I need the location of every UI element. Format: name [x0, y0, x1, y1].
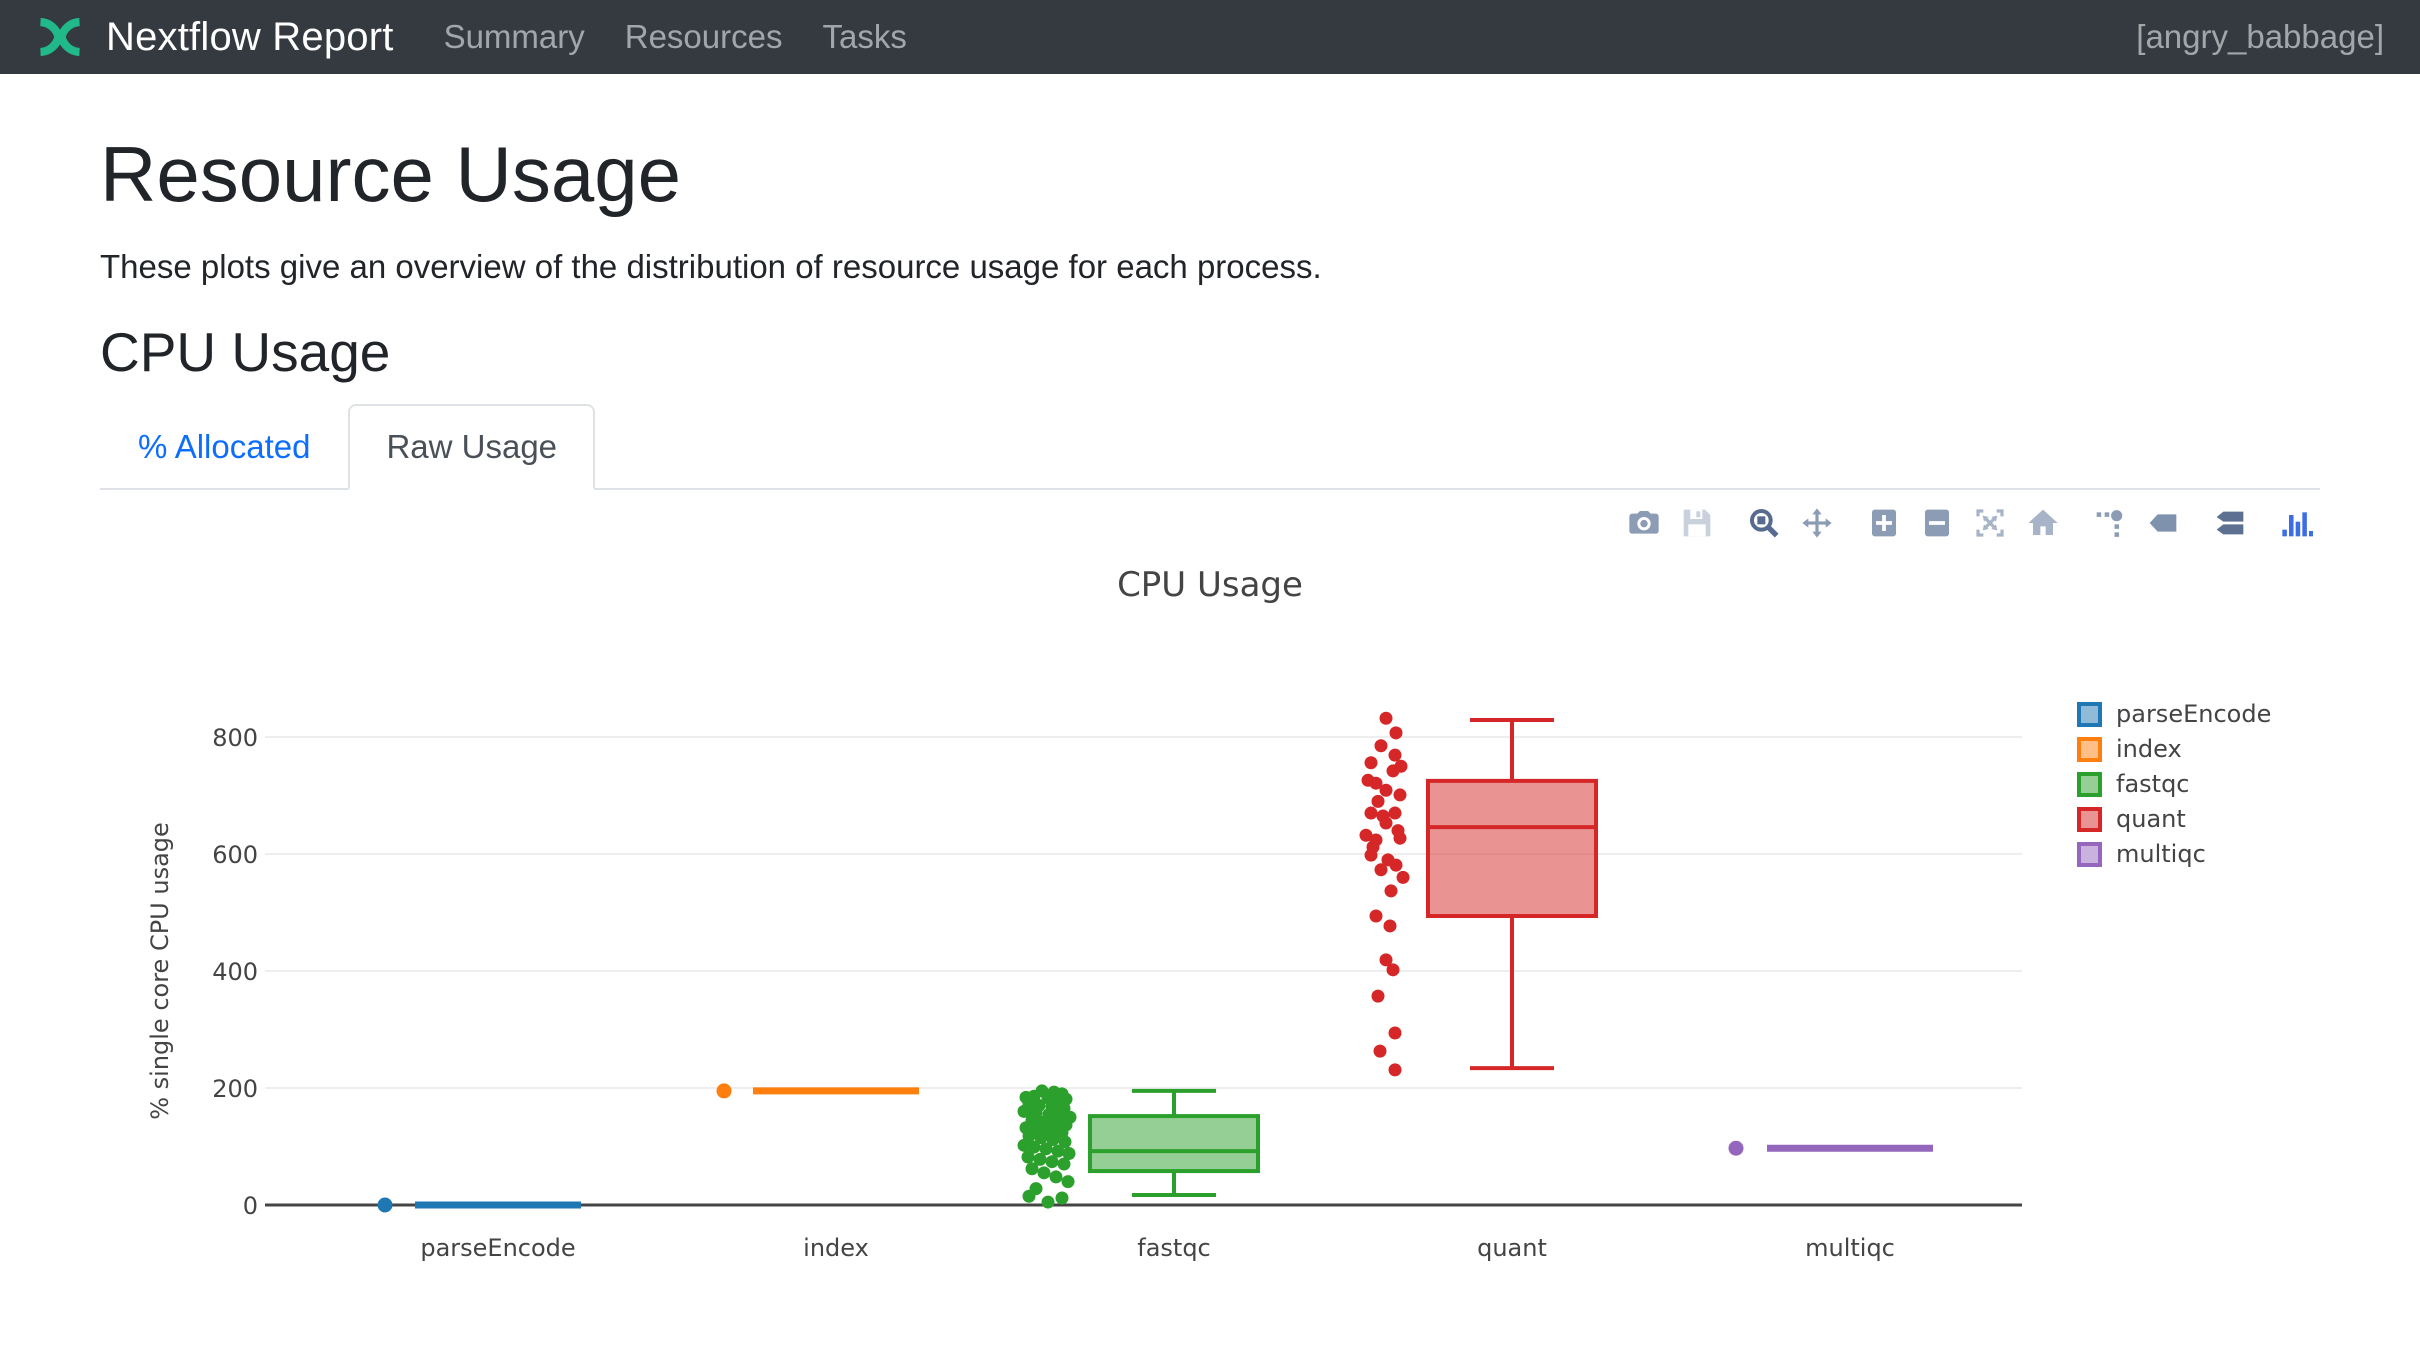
nav-link-tasks[interactable]: Tasks — [822, 18, 906, 56]
cpu-usage-chart: 0 200 400 600 800 parseEncode index fastqc quant… — [100, 490, 2320, 1353]
chart-legend: parseEncode index fastqc quant multiqc — [2077, 697, 2271, 872]
legend-label-quant: quant — [2116, 805, 2186, 833]
page-subtitle: These plots give an overview of the dist… — [100, 248, 2320, 286]
zoom-in-icon[interactable] — [1865, 506, 1903, 540]
nav-link-resources[interactable]: Resources — [625, 18, 783, 56]
legend-swatch-index — [2077, 737, 2102, 762]
legend-swatch-parseEncode — [2077, 702, 2102, 727]
zoom-icon[interactable] — [1745, 506, 1783, 540]
nav-links: Summary Resources Tasks — [444, 18, 947, 56]
x-tick-label-fastqc: fastqc — [1137, 1234, 1211, 1262]
run-name-badge: [angry_babbage] — [2136, 18, 2384, 56]
cpu-usage-tabs: % Allocated Raw Usage — [100, 404, 2320, 490]
legend-swatch-fastqc — [2077, 772, 2102, 797]
toggle-spikelines-icon[interactable] — [2211, 506, 2249, 540]
tab-percent-allocated[interactable]: % Allocated — [100, 404, 348, 490]
legend-item-parseEncode[interactable]: parseEncode — [2077, 697, 2271, 732]
series-index — [717, 1083, 920, 1098]
pan-icon[interactable] — [1798, 506, 1836, 540]
section-title-cpu-usage: CPU Usage — [100, 320, 2320, 384]
nextflow-logo-icon — [36, 13, 84, 61]
plotly-logo-icon[interactable] — [2278, 506, 2316, 540]
legend-label-multiqc: multiqc — [2116, 840, 2206, 868]
plot-area[interactable]: 0 200 400 600 800 parseEncode index fastqc quant… — [100, 490, 2320, 1353]
save-icon[interactable] — [1678, 506, 1716, 540]
x-tick-label-parseEncode: parseEncode — [420, 1234, 575, 1262]
navbar: Nextflow Report Summary Resources Tasks … — [0, 0, 2420, 74]
legend-item-multiqc[interactable]: multiqc — [2077, 837, 2271, 872]
legend-label-parseEncode: parseEncode — [2116, 700, 2271, 728]
legend-item-fastqc[interactable]: fastqc — [2077, 767, 2271, 802]
hover-closest-icon[interactable] — [2091, 506, 2129, 540]
y-tick-label-400: 400 — [212, 958, 258, 986]
y-tick-label-600: 600 — [212, 841, 258, 869]
brand-group[interactable]: Nextflow Report — [36, 13, 394, 61]
y-tick-label-800: 800 — [212, 724, 258, 752]
series-multiqc — [1729, 1140, 1934, 1155]
zoom-out-icon[interactable] — [1918, 506, 1956, 540]
autoscale-icon[interactable] — [1971, 506, 2009, 540]
home-icon[interactable] — [2024, 506, 2062, 540]
legend-item-index[interactable]: index — [2077, 732, 2271, 767]
x-tick-label-quant: quant — [1477, 1234, 1547, 1262]
box-fastqc — [1090, 1116, 1258, 1171]
hover-compare-icon[interactable] — [2144, 506, 2182, 540]
x-tick-label-multiqc: multiqc — [1805, 1234, 1895, 1262]
y-axis-title: % single core CPU usage — [146, 822, 174, 1120]
brand-title[interactable]: Nextflow Report — [106, 15, 394, 60]
series-fastqc — [1018, 1084, 1259, 1208]
legend-swatch-multiqc — [2077, 842, 2102, 867]
tab-raw-usage[interactable]: Raw Usage — [348, 404, 595, 490]
legend-label-index: index — [2116, 735, 2182, 763]
camera-icon[interactable] — [1625, 506, 1663, 540]
y-tick-label-0: 0 — [243, 1192, 258, 1220]
legend-swatch-quant — [2077, 807, 2102, 832]
main-content: Resource Usage These plots give an overv… — [100, 74, 2320, 1353]
legend-item-quant[interactable]: quant — [2077, 802, 2271, 837]
y-tick-label-200: 200 — [212, 1075, 258, 1103]
x-tick-label-index: index — [803, 1234, 869, 1262]
legend-label-fastqc: fastqc — [2116, 770, 2190, 798]
series-quant — [1360, 711, 1597, 1076]
nav-link-summary[interactable]: Summary — [444, 18, 585, 56]
chart-title: CPU Usage — [1117, 565, 1303, 605]
page-title: Resource Usage — [100, 128, 2320, 222]
box-quant — [1428, 780, 1596, 915]
plotly-modebar — [1625, 506, 2316, 540]
